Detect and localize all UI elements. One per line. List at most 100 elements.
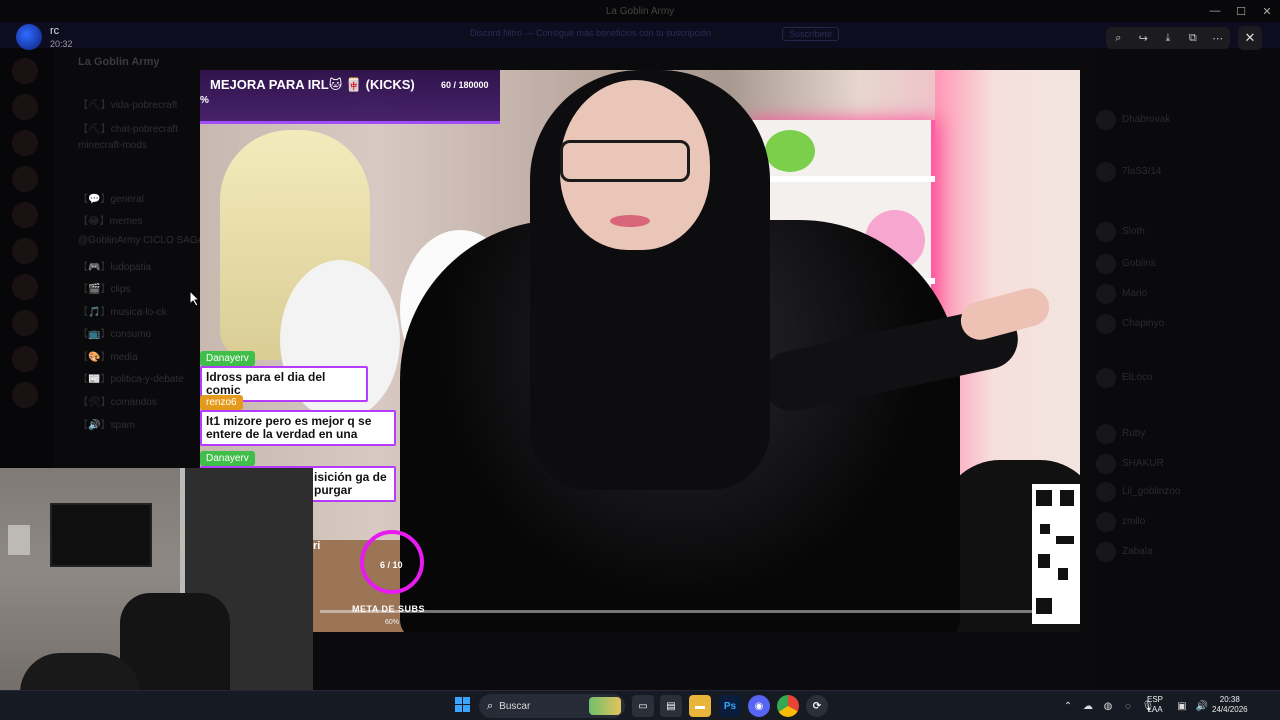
avatar[interactable] <box>1096 512 1116 532</box>
server-icon[interactable] <box>12 202 38 228</box>
server-icon[interactable] <box>12 238 38 264</box>
author-name[interactable]: rc <box>50 25 73 37</box>
zoom-icon[interactable]: ⌕ <box>1107 32 1129 45</box>
clock[interactable]: 20:38 24/4/2026 <box>1212 695 1248 715</box>
search-highlight-icon <box>589 697 621 715</box>
member-item[interactable]: Goblins <box>1122 258 1156 269</box>
task-view-icon[interactable]: ▭ <box>632 695 654 717</box>
cloud-icon[interactable]: ☁ <box>1078 701 1098 712</box>
chat-username: renzo6 <box>200 395 243 410</box>
chrome-icon[interactable] <box>777 695 799 717</box>
explore-icon[interactable] <box>12 382 38 408</box>
member-item[interactable]: Lil_goblinzoo <box>1122 486 1180 497</box>
file-explorer-icon[interactable]: ▬ <box>689 695 711 717</box>
member-item[interactable]: Sloth <box>1122 226 1145 237</box>
server-icon[interactable] <box>12 274 38 300</box>
qr-module <box>1056 536 1074 544</box>
server-name[interactable]: La Goblin Army <box>78 56 160 68</box>
qr-module <box>1038 554 1050 568</box>
channel-item[interactable]: @GoblinArmy CICLO SAGA <box>78 235 204 246</box>
more-icon[interactable]: ⋯ <box>1207 32 1229 45</box>
server-icon[interactable] <box>12 58 38 84</box>
avatar[interactable] <box>1096 542 1116 562</box>
avatar[interactable] <box>1096 368 1116 388</box>
discord-icon[interactable]: ◉ <box>748 695 770 717</box>
status-icons: ▣ 🔊 <box>1172 691 1212 720</box>
network-icon[interactable]: ◌ <box>1118 701 1138 712</box>
channel-item[interactable]: minecraft-mods <box>78 140 147 151</box>
chat-username: Danayerv <box>200 351 255 366</box>
avatar[interactable] <box>1096 284 1116 304</box>
clock-time: 20:38 <box>1219 695 1240 704</box>
window-titlebar: La Goblin Army — ☐ ✕ <box>0 0 1280 22</box>
add-server-icon[interactable] <box>12 346 38 372</box>
avatar[interactable] <box>1096 482 1116 502</box>
server-icon[interactable] <box>12 310 38 336</box>
channel-item[interactable]: 【🎵】musica-lo-ck <box>78 303 167 318</box>
lips <box>610 215 650 227</box>
channel-item[interactable]: 【😂】memes <box>78 212 142 227</box>
member-item[interactable]: Mario <box>1122 288 1147 299</box>
open-external-icon[interactable]: ⧉ <box>1182 32 1204 45</box>
start-tile <box>455 705 462 712</box>
language-code: ESP <box>1147 695 1164 704</box>
avatar[interactable] <box>1096 424 1116 444</box>
member-item[interactable]: Dhabrovak <box>1122 114 1170 125</box>
download-icon[interactable]: ⤓ <box>1157 32 1179 45</box>
channel-item[interactable]: 【💬】general <box>78 190 144 205</box>
language-indicator[interactable]: ESP LAA <box>1147 695 1163 715</box>
app-icon[interactable]: ⟳ <box>806 695 828 717</box>
qr-finder <box>1036 490 1052 506</box>
minimize-button[interactable]: — <box>1202 0 1228 22</box>
member-item[interactable]: zmilo <box>1122 516 1145 527</box>
channel-item[interactable]: 【🎬】clips <box>78 280 130 295</box>
qr-code <box>1032 484 1080 624</box>
window-controls: — ☐ ✕ <box>1202 0 1280 22</box>
channel-item[interactable]: 【⛏】vida-pobrecraft <box>78 96 177 111</box>
close-viewer-button[interactable]: ✕ <box>1238 26 1262 50</box>
avatar[interactable] <box>1096 454 1116 474</box>
channel-item[interactable]: 【🔊】spam <box>78 416 135 431</box>
member-item[interactable]: Chapinyo <box>1122 318 1164 329</box>
video-progress-track[interactable] <box>320 610 1040 613</box>
windows-start-icon[interactable] <box>455 697 471 713</box>
avatar[interactable] <box>1096 314 1116 334</box>
goal-count: 60 / 180000 <box>441 80 489 90</box>
start-tile <box>463 697 470 704</box>
member-item[interactable]: Ruby <box>1122 428 1145 439</box>
close-window-button[interactable]: ✕ <box>1254 0 1280 22</box>
forward-icon[interactable]: ↪ <box>1132 32 1154 45</box>
server-icon[interactable] <box>12 166 38 192</box>
glasses <box>560 140 690 182</box>
maximize-button[interactable]: ☐ <box>1228 0 1254 22</box>
security-icon[interactable]: ◍ <box>1098 701 1118 712</box>
stream-video[interactable]: MEJORA PARA IRL🐱 🀄 (KICKS) 60 / 180000 %… <box>200 70 1080 632</box>
channel-item[interactable]: 【📺】consumo <box>78 325 151 340</box>
qr-finder <box>1060 490 1074 506</box>
avatar[interactable] <box>16 24 42 50</box>
banner-button[interactable]: Suscríbete <box>782 27 840 41</box>
channel-item[interactable]: 【🛠】comandos <box>78 393 157 408</box>
channel-item[interactable]: 【⛏】chat-pobrecraft <box>78 120 178 135</box>
avatar[interactable] <box>1096 222 1116 242</box>
channel-item[interactable]: 【🎮】ludopatia <box>78 258 151 273</box>
avatar[interactable] <box>1096 162 1116 182</box>
member-item[interactable]: ElLoco <box>1122 372 1153 383</box>
chevron-up-icon[interactable]: ⌃ <box>1058 701 1078 712</box>
search-box[interactable]: ⌕ Buscar <box>479 694 625 718</box>
goal-title: MEJORA PARA IRL🐱 🀄 (KICKS) <box>210 77 415 92</box>
avatar[interactable] <box>1096 254 1116 274</box>
photoshop-icon[interactable]: Ps <box>719 695 741 717</box>
server-icon[interactable] <box>12 130 38 156</box>
member-item[interactable]: SHAKUR <box>1122 458 1164 469</box>
avatar[interactable] <box>1096 110 1116 130</box>
display-icon[interactable]: ▣ <box>1172 701 1192 712</box>
member-item[interactable]: Zabala <box>1122 546 1153 557</box>
volume-icon[interactable]: 🔊 <box>1192 701 1212 712</box>
system-tray: ⌃ ☁ ◍ ◌ 🎙 <box>1058 691 1158 720</box>
channel-item[interactable]: 【📰】politica-y-debate <box>78 370 184 385</box>
channel-item[interactable]: 【🎨】media <box>78 348 138 363</box>
member-item[interactable]: 7laS3/14 <box>1122 166 1161 177</box>
server-icon[interactable] <box>12 94 38 120</box>
app-icon[interactable]: ▤ <box>660 695 682 717</box>
